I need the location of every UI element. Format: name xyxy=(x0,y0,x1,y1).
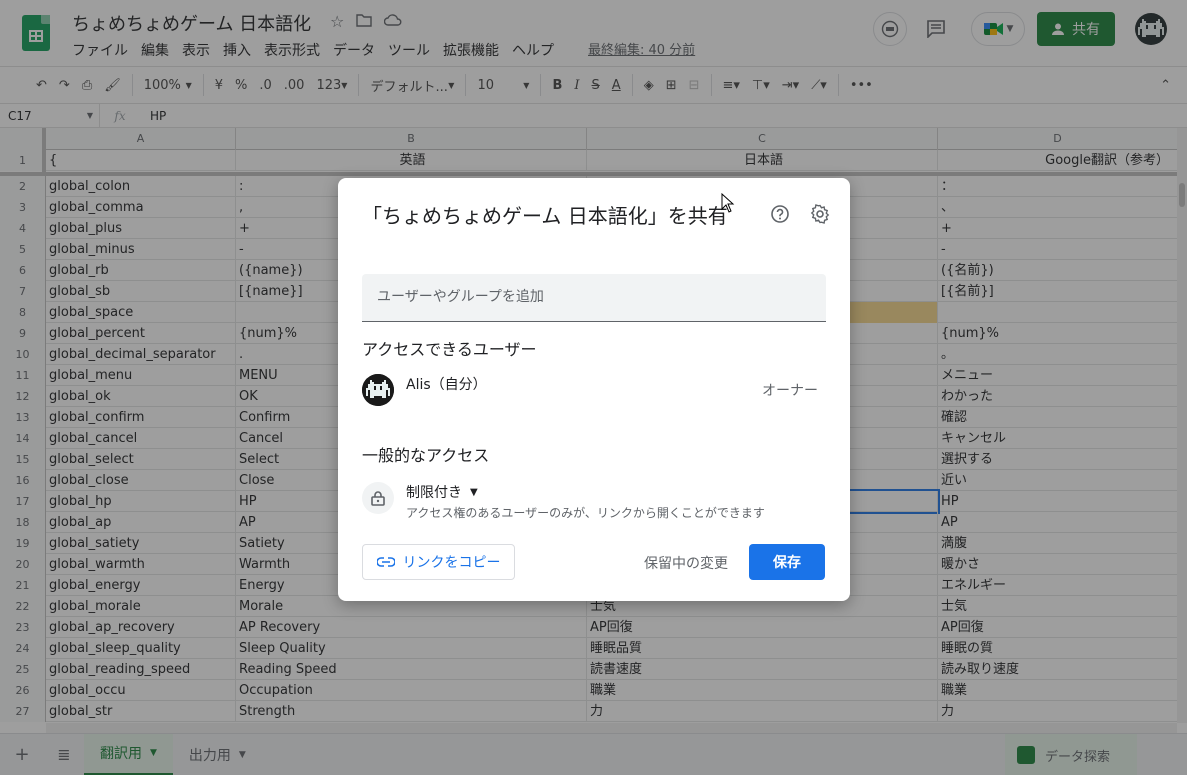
pending-changes-text: 保留中の変更 xyxy=(644,556,728,572)
lock-icon xyxy=(362,482,394,514)
chevron-down-icon: ▼ xyxy=(470,486,478,498)
general-access-row: 制限付き ▼ アクセス権のあるユーザーのみが、リンクから開くことができます xyxy=(362,482,826,522)
user-avatar xyxy=(362,374,394,406)
access-level-label: 制限付き xyxy=(406,485,462,501)
dialog-title: 「ちょめちょめゲーム 日本語化」を共有 xyxy=(362,204,728,228)
user-name: Alis（自分） xyxy=(406,377,487,393)
copy-link-label: リンクをコピー xyxy=(402,555,501,571)
general-access-heading: 一般的なアクセス xyxy=(362,446,490,465)
help-icon[interactable] xyxy=(770,204,790,228)
dialog-header-icons xyxy=(770,204,830,228)
copy-link-button[interactable]: リンクをコピー xyxy=(362,544,515,580)
access-description: アクセス権のあるユーザーのみが、リンクから開くことができます xyxy=(406,506,765,520)
link-icon xyxy=(376,557,395,567)
user-role: オーナー xyxy=(762,383,818,399)
user-entry: Alis（自分） オーナー xyxy=(362,374,826,406)
people-with-access-heading: アクセスできるユーザー xyxy=(362,340,537,359)
save-button[interactable]: 保存 xyxy=(749,544,825,580)
access-level-dropdown[interactable]: 制限付き ▼ xyxy=(406,482,478,502)
add-people-input[interactable]: ユーザーやグループを追加 xyxy=(362,274,826,322)
mouse-cursor-icon xyxy=(721,193,735,213)
settings-gear-icon[interactable] xyxy=(810,204,830,228)
share-dialog: 「ちょめちょめゲーム 日本語化」を共有 ユーザーやグループを追加 アクセスできる… xyxy=(338,178,850,601)
